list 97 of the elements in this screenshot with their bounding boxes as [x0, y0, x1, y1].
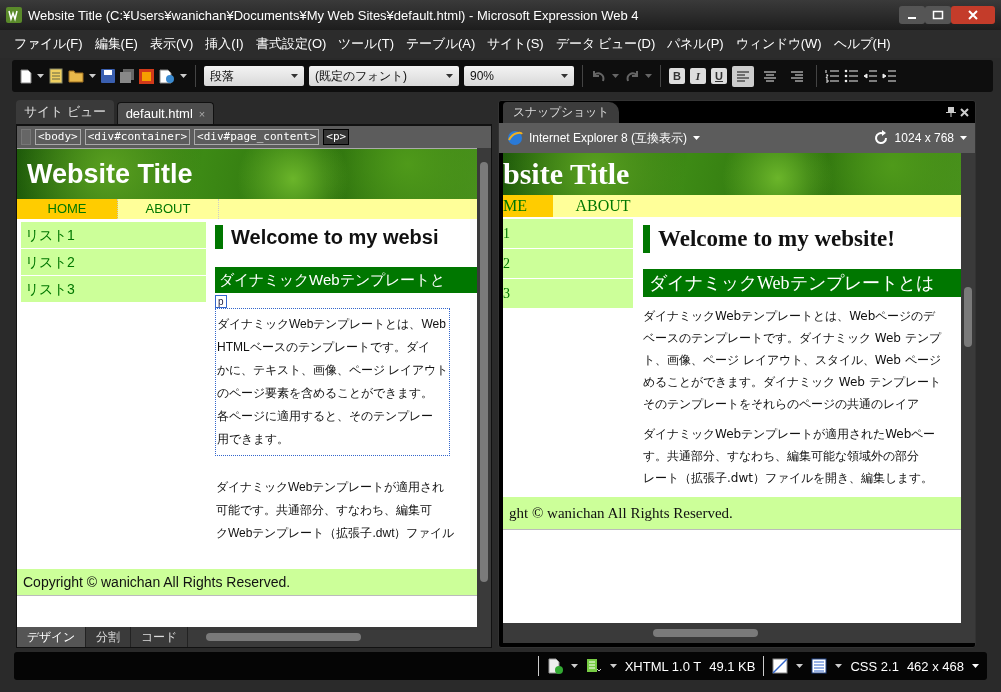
view-tab[interactable]: 分割 — [86, 627, 131, 647]
caret-icon[interactable] — [446, 74, 453, 78]
sidebar-link[interactable]: 1 — [503, 219, 633, 249]
format-button[interactable]: U — [711, 68, 727, 84]
save-icon[interactable] — [101, 69, 115, 83]
menu-item[interactable]: データ ビュー(D) — [549, 35, 662, 53]
square-logo-icon[interactable] — [139, 68, 154, 84]
align-left-icon[interactable] — [732, 65, 754, 87]
pin-icon[interactable] — [946, 107, 956, 117]
menu-item[interactable]: ツール(T) — [332, 35, 400, 53]
sidebar-link[interactable]: リスト2 — [21, 249, 206, 276]
sidebar-link[interactable]: 3 — [503, 279, 633, 309]
doctype-label[interactable]: XHTML 1.0 T — [624, 658, 702, 674]
tag-marker: p — [215, 295, 227, 308]
nav-link[interactable]: HOME — [17, 199, 118, 219]
paragraph: ダイナミックWebテンプレートとは、Web HTMLベースのテンプレートです。ダイ かに、テキスト、画像、ページ レイアウト のページ要素を含めることができます。 各ページに適用すると、そのテンプレー 用できます。 — [215, 308, 451, 456]
tag-breadcrumb[interactable]: <div#page_content> — [194, 129, 320, 145]
page-heading: Welcome to my website! — [643, 225, 895, 253]
section-heading: ダイナミックWebテンプレートと — [215, 267, 477, 293]
folder-icon[interactable] — [68, 69, 84, 83]
tag-breadcrumb[interactable]: <p> — [323, 129, 350, 145]
nav-link[interactable]: ABOUT — [553, 195, 653, 217]
lined-document-icon[interactable] — [811, 658, 828, 674]
menu-item[interactable]: 書式設定(O) — [249, 35, 333, 53]
caret-icon[interactable] — [960, 136, 967, 140]
menu-item[interactable]: パネル(P) — [661, 35, 730, 53]
refresh-icon[interactable] — [872, 130, 889, 146]
format-button[interactable]: B — [669, 68, 685, 84]
copyright-text: ght © wanichan All Rights Reserved. — [509, 504, 733, 522]
document-tab[interactable]: default.html × — [116, 102, 215, 124]
page-check-icon[interactable] — [546, 658, 563, 674]
caret-icon[interactable] — [180, 74, 187, 78]
numbered-list-icon[interactable] — [825, 69, 839, 83]
caret-icon[interactable] — [570, 664, 578, 668]
menu-item[interactable]: 表示(V) — [143, 35, 200, 53]
caret-icon[interactable] — [561, 74, 568, 78]
paragraph: ダイナミックWebテンプレートとは、Webページのデ ベースのテンプレートです。ダイナミック Web テンプ ト、画像、ページ レイアウト、スタイル、Web ページ めることができます。ダイナミック Web テンプレート そのテンプレートをそれらのページの共通のレイア — [643, 308, 941, 413]
menu-item[interactable]: ウィンドウ(W) — [729, 35, 828, 53]
document-tab[interactable]: サイト ビュー — [16, 100, 114, 124]
sidebar-link[interactable]: 2 — [503, 249, 633, 279]
minimize-icon[interactable] — [899, 6, 925, 24]
vertical-scrollbar[interactable] — [961, 153, 975, 623]
app-logo-icon — [6, 7, 22, 23]
indent-icon[interactable] — [882, 69, 896, 83]
paragraph: ダイナミックWebテンプレートが適用され 可能です。共通部分、すなわち、編集可 クWebテンプレート（拡張子.dwt）ファイル — [215, 479, 456, 542]
nav-link[interactable]: ABOUT — [118, 199, 219, 219]
format-button[interactable]: I — [690, 68, 706, 84]
panel-tab[interactable]: スナップショット — [503, 102, 619, 123]
caret-icon[interactable] — [291, 74, 298, 78]
copyright-text: Copyright © wanichan All Rights Reserved. — [23, 574, 291, 590]
site-title: bsite Title — [503, 157, 630, 191]
nav-link[interactable]: ME — [503, 195, 553, 217]
menu-item[interactable]: サイト(S) — [481, 35, 550, 53]
browser-selector[interactable]: Internet Explorer 8 (互換表示) — [529, 129, 688, 147]
preview-page-icon[interactable] — [159, 68, 175, 84]
new-page-icon[interactable] — [20, 68, 32, 84]
caret-icon[interactable] — [37, 74, 44, 78]
style-dropdown[interactable]: 段落 — [204, 66, 304, 86]
caret-icon[interactable] — [609, 664, 617, 668]
view-tab[interactable]: デザイン — [17, 627, 86, 647]
tag-breadcrumb[interactable]: <body> — [35, 129, 81, 145]
code-page-icon[interactable] — [585, 658, 602, 674]
sidebar-link[interactable]: リスト3 — [21, 276, 206, 303]
page-heading: Welcome to my websi — [215, 225, 439, 249]
window-title: Website Title (C:¥Users¥wanichan¥Documents¥My Web Sites¥default.html) - Microsoft Expression Web 4 — [28, 7, 639, 23]
redo-icon[interactable] — [624, 69, 640, 83]
undo-icon[interactable] — [591, 69, 607, 83]
menu-item[interactable]: 挿入(I) — [199, 35, 250, 53]
caret-icon[interactable] — [796, 664, 804, 668]
box-diagonal-icon[interactable] — [772, 658, 789, 674]
page-size-label[interactable]: 462 x 468 — [906, 658, 964, 674]
sidebar-link[interactable]: リスト1 — [21, 222, 206, 249]
close-icon[interactable] — [960, 107, 969, 117]
caret-icon[interactable] — [972, 664, 979, 668]
site-title: Website Title — [27, 158, 193, 190]
menu-item[interactable]: ヘルプ(H) — [827, 35, 897, 53]
caret-icon[interactable] — [89, 74, 96, 78]
view-tab[interactable]: コード — [131, 627, 188, 647]
maximize-icon[interactable] — [925, 6, 951, 24]
menu-item[interactable]: ファイル(F) — [8, 35, 89, 53]
globe-e-icon[interactable] — [507, 130, 523, 146]
menu-item[interactable]: 編集(E) — [88, 35, 144, 53]
page-icon[interactable] — [49, 68, 63, 84]
section-heading: ダイナミックWebテンプレートとは — [643, 269, 961, 297]
outdent-icon[interactable] — [863, 69, 877, 83]
file-size-label: 49.1 KB — [709, 658, 756, 674]
caret-icon[interactable] — [693, 136, 701, 140]
paragraph: ダイナミックWebテンプレートが適用されたWebペー す。共通部分、すなわち、編集可能な領域外の部分 レート（拡張子.dwt）ファイルを開き、編集します。 — [643, 426, 936, 487]
stacked-pages-icon[interactable] — [120, 69, 134, 83]
caret-icon[interactable] — [835, 664, 843, 668]
size-dropdown[interactable]: 90% — [464, 66, 574, 86]
resolution-selector[interactable]: 1024 x 768 — [894, 131, 954, 145]
css-level-label[interactable]: CSS 2.1 — [850, 658, 899, 674]
menu-item[interactable]: テーブル(A) — [399, 35, 482, 53]
font-dropdown[interactable]: (既定のフォント) — [309, 66, 459, 86]
bullet-list-icon[interactable] — [844, 69, 858, 83]
tag-breadcrumb[interactable]: <div#container> — [84, 129, 191, 145]
